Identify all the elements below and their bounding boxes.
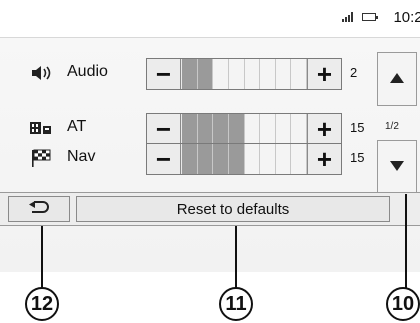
volume-row-nav-content: Nav − + 15 xyxy=(0,138,420,178)
arrow-up-icon xyxy=(390,70,404,88)
arrow-down-icon xyxy=(390,158,404,176)
callout-11: 11 xyxy=(219,287,253,321)
increase-button[interactable]: + xyxy=(307,144,341,174)
page-up-button[interactable] xyxy=(377,52,417,106)
row-label: Nav xyxy=(67,148,96,165)
speaker-icon xyxy=(30,63,52,83)
bottom-bar: Reset to defaults xyxy=(0,192,420,226)
level-value: 15 xyxy=(350,120,365,135)
level-value: 2 xyxy=(350,65,358,80)
clock: 10:28 xyxy=(393,9,420,26)
back-button[interactable] xyxy=(8,196,70,222)
callout-10: 10 xyxy=(386,287,420,321)
level-track[interactable] xyxy=(182,144,307,174)
settings-screen: 10:28 Audio − + 2 xyxy=(0,0,420,272)
checkered-flag-icon xyxy=(30,148,52,168)
page-down-button[interactable] xyxy=(377,140,417,194)
callout-line xyxy=(405,194,407,296)
increase-button[interactable]: + xyxy=(307,59,341,89)
decrease-button[interactable]: − xyxy=(147,59,181,89)
signal-bars-icon xyxy=(342,12,354,22)
row-label: Audio xyxy=(67,63,108,80)
row-label: AT xyxy=(67,118,87,135)
callout-line xyxy=(235,226,237,296)
decrease-button[interactable]: − xyxy=(147,144,181,174)
back-arrow-icon xyxy=(28,200,50,219)
callout-12: 12 xyxy=(25,287,59,321)
level-value: 15 xyxy=(350,150,365,165)
reset-to-defaults-button[interactable]: Reset to defaults xyxy=(76,196,390,222)
status-bar: 10:28 xyxy=(0,0,420,38)
traffic-info-icon xyxy=(30,118,52,138)
volume-stepper[interactable]: − + xyxy=(146,58,342,90)
volume-stepper[interactable]: − + xyxy=(146,143,342,175)
page-indicator: 1/2 xyxy=(385,121,399,132)
level-track[interactable] xyxy=(182,59,307,89)
volume-row-audio: Audio − + 2 xyxy=(0,53,420,93)
callout-line xyxy=(41,226,43,296)
